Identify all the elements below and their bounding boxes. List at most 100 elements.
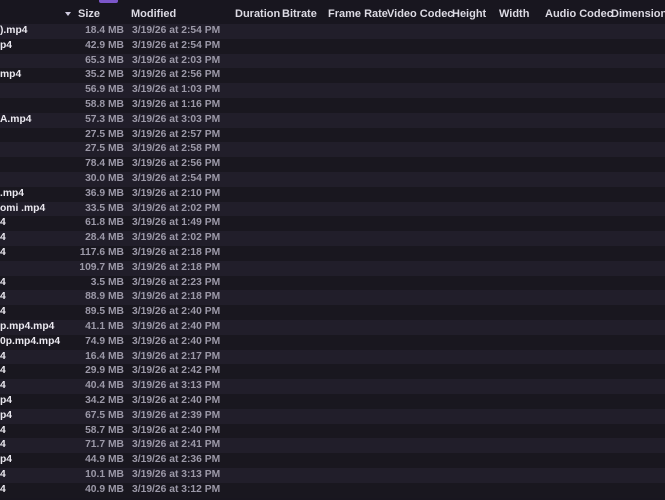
file-size-cell: 36.9 MB: [85, 187, 124, 199]
column-header-duration[interactable]: Duration: [235, 8, 280, 20]
file-name-cell: 0p.mp4.mp4: [0, 335, 61, 347]
table-row[interactable]: ).mp4 18.4 MB 3/19/26 at 2:54 PM: [0, 24, 665, 39]
table-row[interactable]: 4 16.4 MB 3/19/26 at 2:17 PM: [0, 349, 665, 365]
table-row[interactable]: 4 3.5 MB 3/19/26 at 2:23 PM: [0, 275, 665, 291]
table-row[interactable]: .mp4 36.9 MB 3/19/26 at 2:10 PM: [0, 186, 665, 202]
modified-date-cell: 3/19/26 at 1:16 PM: [132, 98, 221, 110]
file-name-cell: 4: [0, 380, 6, 392]
table-row[interactable]: 4 61.8 MB 3/19/26 at 1:49 PM: [0, 216, 665, 232]
file-size-cell: 78.4 MB: [85, 158, 124, 170]
column-header-dimensions[interactable]: Dimensions: [611, 8, 665, 20]
file-size-cell: 28.4 MB: [85, 232, 124, 244]
table-row[interactable]: 65.3 MB 3/19/26 at 2:03 PM: [0, 53, 665, 69]
file-size-cell: 33.5 MB: [85, 202, 124, 214]
column-header-height[interactable]: Height: [452, 8, 486, 20]
file-name-cell: omi .mp4: [0, 202, 46, 214]
file-size-cell: 35.2 MB: [85, 69, 124, 81]
table-row[interactable]: 4 88.9 MB 3/19/26 at 2:18 PM: [0, 290, 665, 306]
column-header-audio-codec[interactable]: Audio Codec: [545, 8, 613, 20]
file-size-cell: 30.0 MB: [85, 172, 124, 184]
modified-date-cell: 3/19/26 at 2:56 PM: [132, 158, 221, 170]
modified-date-cell: 3/19/26 at 2:42 PM: [132, 365, 221, 377]
file-name-cell: p4: [0, 394, 13, 406]
table-row[interactable]: 27.5 MB 3/19/26 at 2:57 PM: [0, 127, 665, 143]
table-row[interactable]: 4 10.1 MB 3/19/26 at 3:13 PM: [0, 467, 665, 483]
file-size-cell: 56.9 MB: [85, 84, 124, 96]
file-size-cell: 34.2 MB: [85, 394, 124, 406]
file-name-cell: p.mp4.mp4: [0, 320, 55, 332]
file-name-cell: mp4: [0, 69, 22, 81]
file-name-cell: 4: [0, 483, 6, 495]
file-size-cell: 29.9 MB: [85, 365, 124, 377]
file-size-cell: 40.4 MB: [85, 380, 124, 392]
file-name-cell: 4: [0, 424, 6, 436]
table-row[interactable]: mp4 35.2 MB 3/19/26 at 2:56 PM: [0, 68, 665, 84]
file-name-cell: p4: [0, 454, 13, 466]
file-size-cell: 44.9 MB: [85, 454, 124, 466]
table-row[interactable]: p4 67.5 MB 3/19/26 at 2:39 PM: [0, 408, 665, 424]
modified-date-cell: 3/19/26 at 2:40 PM: [132, 394, 221, 406]
modified-date-cell: 3/19/26 at 2:17 PM: [132, 350, 221, 362]
modified-date-cell: 3/19/26 at 2:54 PM: [132, 25, 221, 36]
file-name-cell: 4: [0, 291, 6, 303]
file-size-cell: 89.5 MB: [85, 306, 124, 318]
modified-date-cell: 3/19/26 at 2:40 PM: [132, 335, 221, 347]
active-tab-indicator: [99, 0, 118, 3]
file-size-cell: 42.9 MB: [85, 39, 124, 51]
table-row[interactable]: 27.5 MB 3/19/26 at 2:58 PM: [0, 142, 665, 158]
table-row[interactable]: p4 44.9 MB 3/19/26 at 2:36 PM: [0, 453, 665, 468]
table-row[interactable]: p.mp4.mp4 41.1 MB 3/19/26 at 2:40 PM: [0, 319, 665, 335]
column-header-frame-rate[interactable]: Frame Rate: [328, 8, 388, 20]
file-name-cell: 4: [0, 232, 6, 244]
modified-date-cell: 3/19/26 at 2:02 PM: [132, 232, 221, 244]
modified-date-cell: 3/19/26 at 2:58 PM: [132, 143, 221, 155]
modified-date-cell: 3/19/26 at 1:49 PM: [132, 217, 221, 229]
file-size-cell: 117.6 MB: [79, 246, 124, 258]
table-row[interactable]: 4 117.6 MB 3/19/26 at 2:18 PM: [0, 245, 665, 261]
table-row[interactable]: 4 71.7 MB 3/19/26 at 2:41 PM: [0, 438, 665, 454]
modified-date-cell: 3/19/26 at 1:03 PM: [132, 84, 221, 96]
table-row[interactable]: 58.8 MB 3/19/26 at 1:16 PM: [0, 97, 665, 113]
file-size-cell: 71.7 MB: [85, 439, 124, 451]
modified-date-cell: 3/19/26 at 2:40 PM: [132, 306, 221, 318]
file-size-cell: 16.4 MB: [85, 350, 124, 362]
file-name-cell: ).mp4: [0, 25, 28, 36]
table-row[interactable]: 4 58.7 MB 3/19/26 at 2:40 PM: [0, 423, 665, 439]
table-row[interactable]: p4 42.9 MB 3/19/26 at 2:54 PM: [0, 38, 665, 54]
file-size-cell: 65.3 MB: [85, 54, 124, 66]
table-row[interactable]: A.mp4 57.3 MB 3/19/26 at 3:03 PM: [0, 112, 665, 128]
sort-descending-icon[interactable]: [65, 12, 71, 16]
file-size-cell: 61.8 MB: [85, 217, 124, 229]
file-name-cell: 4: [0, 246, 6, 258]
table-row[interactable]: 4 29.9 MB 3/19/26 at 2:42 PM: [0, 364, 665, 380]
file-size-cell: 74.9 MB: [85, 335, 124, 347]
table-row[interactable]: 4 28.4 MB 3/19/26 at 2:02 PM: [0, 231, 665, 246]
modified-date-cell: 3/19/26 at 2:03 PM: [132, 54, 221, 66]
table-row[interactable]: 78.4 MB 3/19/26 at 2:56 PM: [0, 157, 665, 172]
column-header-width[interactable]: Width: [499, 8, 529, 20]
table-row[interactable]: 0p.mp4.mp4 74.9 MB 3/19/26 at 2:40 PM: [0, 334, 665, 350]
table-row[interactable]: 109.7 MB 3/19/26 at 2:18 PM: [0, 260, 665, 276]
table-row[interactable]: omi .mp4 33.5 MB 3/19/26 at 2:02 PM: [0, 201, 665, 217]
file-name-cell: 4: [0, 365, 6, 377]
modified-date-cell: 3/19/26 at 2:23 PM: [132, 276, 221, 288]
column-header-video-codec[interactable]: Video Codec: [387, 8, 453, 20]
table-row[interactable]: 4 89.5 MB 3/19/26 at 2:40 PM: [0, 305, 665, 320]
file-size-cell: 27.5 MB: [85, 128, 124, 140]
table-row[interactable]: 30.0 MB 3/19/26 at 2:54 PM: [0, 171, 665, 187]
file-name-cell: 4: [0, 468, 6, 480]
table-row[interactable]: 4 40.9 MB 3/19/26 at 3:12 PM: [0, 482, 665, 498]
file-size-cell: 27.5 MB: [85, 143, 124, 155]
column-header-modified[interactable]: Modified: [131, 8, 176, 20]
file-name-cell: .mp4: [0, 187, 25, 199]
file-name-cell: 4: [0, 306, 6, 318]
modified-date-cell: 3/19/26 at 3:12 PM: [132, 483, 221, 495]
table-row[interactable]: 4 40.4 MB 3/19/26 at 3:13 PM: [0, 379, 665, 394]
file-size-cell: 88.9 MB: [85, 291, 124, 303]
table-row[interactable]: 56.9 MB 3/19/26 at 1:03 PM: [0, 83, 665, 98]
column-header-bitrate[interactable]: Bitrate: [282, 8, 317, 20]
file-size-cell: 67.5 MB: [85, 409, 124, 421]
table-row[interactable]: p4 34.2 MB 3/19/26 at 2:40 PM: [0, 393, 665, 409]
file-size-cell: 41.1 MB: [85, 320, 124, 332]
column-header-size[interactable]: Size: [78, 8, 100, 20]
